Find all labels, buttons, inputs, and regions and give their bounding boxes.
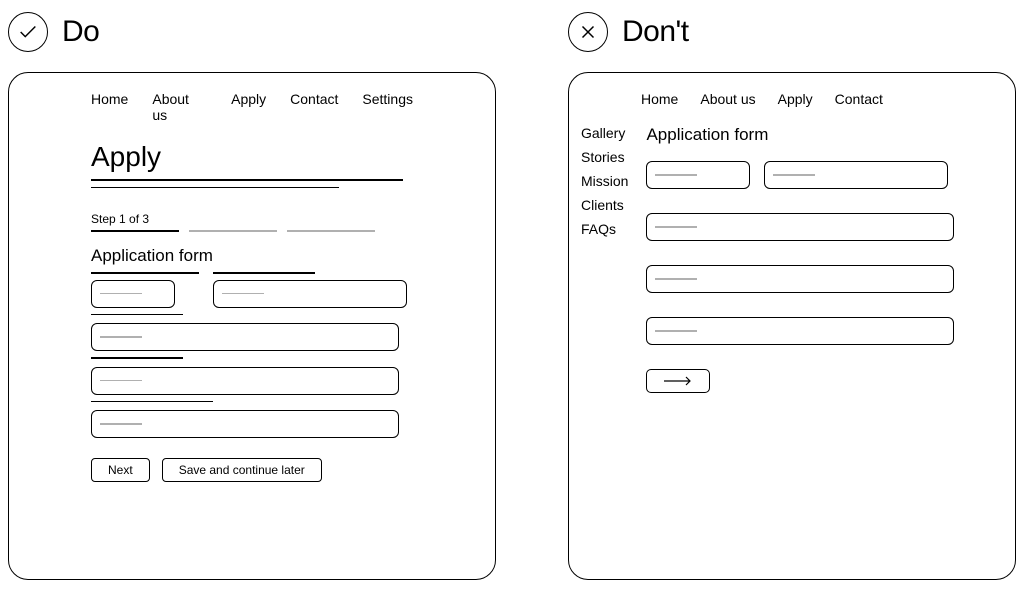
title-divider: [91, 187, 339, 189]
step-3-bar: [287, 230, 375, 232]
dont-topnav: Home About us Apply Contact: [641, 91, 1003, 107]
sidenav-mission[interactable]: Mission: [581, 173, 628, 189]
placeholder-line: [100, 336, 142, 337]
section-title: Application form: [91, 246, 413, 266]
field-sublabel: [91, 357, 183, 359]
input-large[interactable]: [213, 280, 407, 308]
placeholder-line: [655, 330, 697, 331]
do-panel: Home About us Apply Contact Settings App…: [8, 72, 496, 580]
next-arrow-button[interactable]: [646, 369, 710, 393]
placeholder-line: [655, 278, 697, 279]
button-row: Next Save and continue later: [91, 458, 413, 482]
placeholder-line: [655, 226, 697, 227]
field-row-1: [91, 272, 413, 308]
next-button[interactable]: Next: [91, 458, 150, 482]
dont-input-full-1[interactable]: [646, 213, 954, 241]
input-small[interactable]: [91, 280, 175, 308]
nav-about[interactable]: About us: [152, 91, 207, 123]
sidenav-clients[interactable]: Clients: [581, 197, 628, 213]
placeholder-line: [100, 293, 142, 294]
dont-input-full-2[interactable]: [646, 265, 954, 293]
arrow-right-icon: [662, 376, 694, 386]
nav-home[interactable]: Home: [91, 91, 128, 123]
input-full-1[interactable]: [91, 323, 399, 351]
page-title: Apply: [91, 141, 413, 173]
do-heading: Do: [8, 12, 496, 52]
nav-home[interactable]: Home: [641, 91, 678, 107]
placeholder-line: [100, 423, 142, 424]
input-full-3[interactable]: [91, 410, 399, 438]
field-sublabel: [91, 314, 183, 316]
dont-input-large[interactable]: [764, 161, 948, 189]
step-text: Step 1 of 3: [91, 212, 413, 226]
sidenav-gallery[interactable]: Gallery: [581, 125, 628, 141]
title-divider: [91, 179, 403, 181]
step-bars: [91, 230, 413, 232]
placeholder-line: [773, 174, 815, 175]
dont-heading-text: Don't: [622, 15, 689, 49]
dont-sidenav: Gallery Stories Mission Clients FAQs: [581, 125, 628, 393]
input-full-2[interactable]: [91, 367, 399, 395]
field-group-1: [91, 272, 199, 308]
nav-apply[interactable]: Apply: [231, 91, 266, 123]
do-topnav: Home About us Apply Contact Settings: [91, 91, 413, 123]
placeholder-line: [100, 380, 142, 381]
placeholder-line: [222, 293, 264, 294]
dont-heading: Don't: [568, 12, 1016, 52]
dont-row-1: [646, 161, 963, 189]
do-column: Do Home About us Apply Contact Settings …: [8, 12, 496, 580]
sidenav-stories[interactable]: Stories: [581, 149, 628, 165]
nav-apply[interactable]: Apply: [778, 91, 813, 107]
field-label: [91, 272, 199, 274]
dont-panel: Home About us Apply Contact Gallery Stor…: [568, 72, 1016, 580]
sidenav-faqs[interactable]: FAQs: [581, 221, 628, 237]
dont-column: Don't Home About us Apply Contact Galler…: [568, 12, 1016, 580]
step-1-bar: [91, 230, 179, 232]
do-heading-text: Do: [62, 15, 99, 49]
nav-settings[interactable]: Settings: [362, 91, 413, 123]
step-2-bar: [189, 230, 277, 232]
save-continue-button[interactable]: Save and continue later: [162, 458, 322, 482]
dont-section-title: Application form: [646, 125, 963, 145]
step-indicator: Step 1 of 3: [91, 212, 413, 232]
field-label: [213, 272, 315, 274]
nav-about[interactable]: About us: [700, 91, 755, 107]
check-icon: [8, 12, 48, 52]
nav-contact[interactable]: Contact: [290, 91, 338, 123]
placeholder-line: [655, 174, 697, 175]
field-sublabel: [91, 401, 213, 403]
nav-contact[interactable]: Contact: [835, 91, 883, 107]
dont-main: Application form: [646, 125, 1003, 393]
dont-input-full-3[interactable]: [646, 317, 954, 345]
field-group-2: [213, 272, 407, 308]
dont-input-small[interactable]: [646, 161, 750, 189]
cross-icon: [568, 12, 608, 52]
dont-body: Gallery Stories Mission Clients FAQs App…: [581, 125, 1003, 393]
